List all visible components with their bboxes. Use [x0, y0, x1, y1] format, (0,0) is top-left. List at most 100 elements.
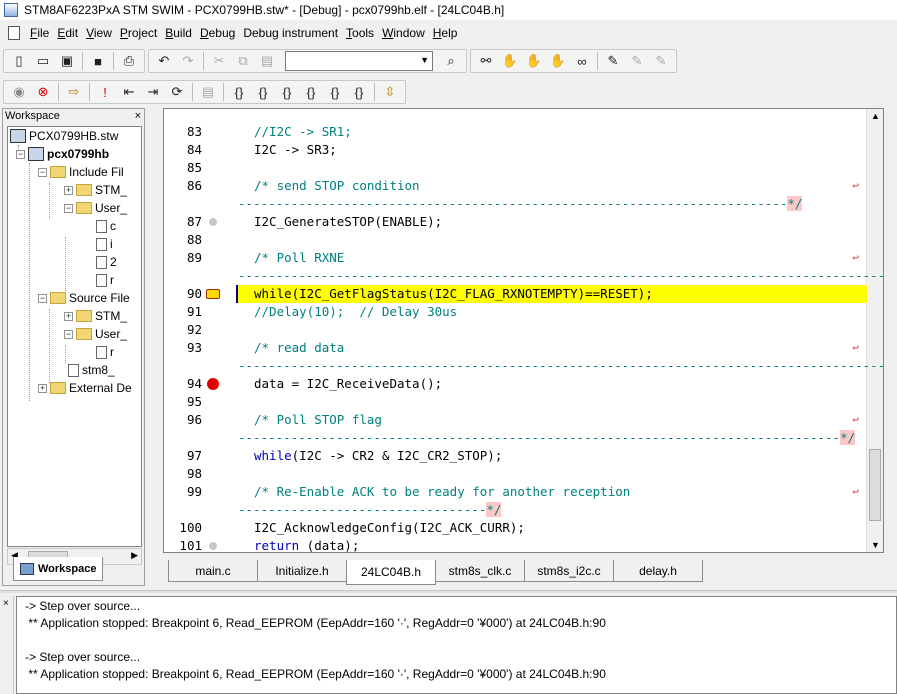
code-line[interactable]: 99 /* Re-Enable ACK to be ready for anoth…: [164, 483, 867, 501]
code-line[interactable]: 95: [164, 393, 867, 411]
collapse-icon[interactable]: −: [64, 203, 73, 213]
code-line[interactable]: ----------------------------------------…: [164, 429, 867, 447]
code-line[interactable]: ---------------------------------*/: [164, 501, 867, 519]
new-file-icon[interactable]: ▯: [8, 51, 30, 71]
tree-item[interactable]: − Source File: [38, 289, 130, 307]
editor-vscrollbar[interactable]: ▲ ▼: [866, 109, 883, 552]
collapse-icon[interactable]: −: [38, 293, 47, 303]
find-in-files-icon[interactable]: ⌕: [440, 51, 462, 71]
hand-icon[interactable]: ✋: [499, 51, 521, 71]
tree-item[interactable]: r: [96, 271, 114, 289]
save-icon[interactable]: ■: [87, 51, 109, 71]
menu-debug-instrument[interactable]: Debug instrument: [239, 24, 342, 42]
code-line[interactable]: 93 /* read data ↩: [164, 339, 867, 357]
disasm-icon[interactable]: ▤: [197, 82, 219, 102]
code-line[interactable]: 96 /* Poll STOP flag ↩: [164, 411, 867, 429]
code-line[interactable]: 97 while(I2C -> CR2 & I2C_CR2_STOP);: [164, 447, 867, 465]
stop-debug-icon[interactable]: ⊗: [32, 82, 54, 102]
tab-delay-h[interactable]: delay.h: [613, 560, 703, 582]
code-line[interactable]: ----------------------------------------…: [164, 195, 867, 213]
tree-item[interactable]: c: [96, 217, 116, 235]
code-line[interactable]: 86 /* send STOP condition ↩: [164, 177, 867, 195]
menu-debug[interactable]: Debug: [196, 24, 239, 42]
scroll-up-icon[interactable]: ▲: [871, 111, 880, 121]
step-out-icon[interactable]: {}: [276, 82, 298, 102]
cut-icon[interactable]: ✂: [208, 51, 230, 71]
code-line[interactable]: 94 data = I2C_ReceiveData();: [164, 375, 867, 393]
reset-icon[interactable]: ⇤: [118, 82, 140, 102]
splitter[interactable]: [0, 590, 897, 593]
restart-icon[interactable]: ⇥: [142, 82, 164, 102]
hand-clear-icon[interactable]: ✋: [547, 51, 569, 71]
workspace-tab[interactable]: Workspace: [13, 557, 103, 581]
refresh-icon[interactable]: ⟳: [166, 82, 188, 102]
copy-icon[interactable]: ⧉: [232, 51, 254, 71]
tab-main-c[interactable]: main.c: [168, 560, 258, 582]
document-icon[interactable]: [8, 26, 20, 40]
tree-item[interactable]: + STM_: [64, 181, 127, 199]
print-icon[interactable]: ⎙: [118, 51, 140, 71]
code-line[interactable]: 90 while(I2C_GetFlagStatus(I2C_FLAG_RXNOT…: [164, 285, 867, 303]
tree-item[interactable]: − User_: [64, 325, 127, 343]
stop-icon[interactable]: !: [94, 82, 116, 102]
tree-item[interactable]: stm8_: [68, 361, 115, 379]
tab-24lc04b-h[interactable]: 24LC04B.h: [346, 560, 436, 585]
binoculars-icon[interactable]: ⚯: [475, 51, 497, 71]
pen-clear-icon[interactable]: ✎: [650, 51, 672, 71]
breakpoint-slot-icon[interactable]: [209, 218, 217, 226]
breakpoint-slot-icon[interactable]: [209, 542, 217, 550]
close-icon[interactable]: ×: [3, 598, 9, 609]
tree-item[interactable]: PCX0799HB.stw: [10, 127, 118, 145]
code-line[interactable]: 100 I2C_AcknowledgeConfig(I2C_ACK_CURR);: [164, 519, 867, 537]
code-line[interactable]: 87 I2C_GenerateSTOP(ENABLE);: [164, 213, 867, 231]
close-icon[interactable]: ×: [135, 109, 141, 123]
scroll-down-icon[interactable]: ▼: [871, 540, 880, 550]
code-line[interactable]: ----------------------------------------…: [164, 357, 883, 375]
workspace-tree[interactable]: PCX0799HB.stw − pcx0799hb − Include Fil + STM_…: [7, 126, 142, 547]
expand-icon[interactable]: +: [64, 311, 73, 321]
menu-tools[interactable]: Tools: [342, 24, 378, 42]
expand-icon[interactable]: +: [38, 383, 47, 393]
menu-window[interactable]: Window: [378, 24, 429, 42]
breakpoint-icon[interactable]: [207, 378, 219, 390]
run-to-cursor-icon[interactable]: {}: [300, 82, 322, 102]
tab-initialize-h[interactable]: Initialize.h: [257, 560, 347, 582]
step-into-icon[interactable]: {}: [228, 82, 250, 102]
menu-edit[interactable]: Edit: [53, 24, 82, 42]
collapse-icon[interactable]: −: [16, 149, 25, 159]
step-over-instruction-icon[interactable]: {}: [348, 82, 370, 102]
code-line[interactable]: ----------------------------------------…: [164, 267, 883, 285]
output-panel[interactable]: -> Step over source... ** Application st…: [16, 596, 897, 694]
collapse-icon[interactable]: −: [64, 329, 73, 339]
code-line[interactable]: 98: [164, 465, 867, 483]
menu-file[interactable]: File: [26, 24, 53, 42]
pen-icon[interactable]: ✎: [602, 51, 624, 71]
code-line[interactable]: 85: [164, 159, 867, 177]
tree-item[interactable]: r: [96, 343, 114, 361]
new-workspace-icon[interactable]: ▣: [56, 51, 78, 71]
scroll-thumb[interactable]: [869, 449, 881, 521]
hand-stop-icon[interactable]: ✋: [523, 51, 545, 71]
tree-item[interactable]: − User_: [64, 199, 127, 217]
paste-icon[interactable]: ▤: [256, 51, 278, 71]
pen-off-icon[interactable]: ✎: [626, 51, 648, 71]
code-line[interactable]: 89 /* Poll RXNE ↩: [164, 249, 867, 267]
menu-view[interactable]: View: [82, 24, 116, 42]
find-combo[interactable]: ▼: [285, 51, 433, 71]
tree-item[interactable]: − pcx0799hb: [16, 145, 109, 163]
open-folder-icon[interactable]: ▭: [32, 51, 54, 71]
menu-help[interactable]: Help: [429, 24, 462, 42]
collapse-icon[interactable]: −: [38, 167, 47, 177]
step-instruction-icon[interactable]: {}: [324, 82, 346, 102]
code-line[interactable]: 88: [164, 231, 867, 249]
watch-icon[interactable]: ∞: [571, 51, 593, 71]
program-counter-icon[interactable]: [206, 289, 220, 299]
scroll-right-icon[interactable]: ▶: [131, 550, 138, 561]
tab-stm8s-clk-c[interactable]: stm8s_clk.c: [435, 560, 525, 582]
menu-project[interactable]: Project: [116, 24, 161, 42]
run-icon[interactable]: ⇨: [63, 82, 85, 102]
redo-icon[interactable]: ↷: [177, 51, 199, 71]
debug-icon[interactable]: ◉: [8, 82, 30, 102]
code-line[interactable]: 92: [164, 321, 867, 339]
expand-icon[interactable]: +: [64, 185, 73, 195]
